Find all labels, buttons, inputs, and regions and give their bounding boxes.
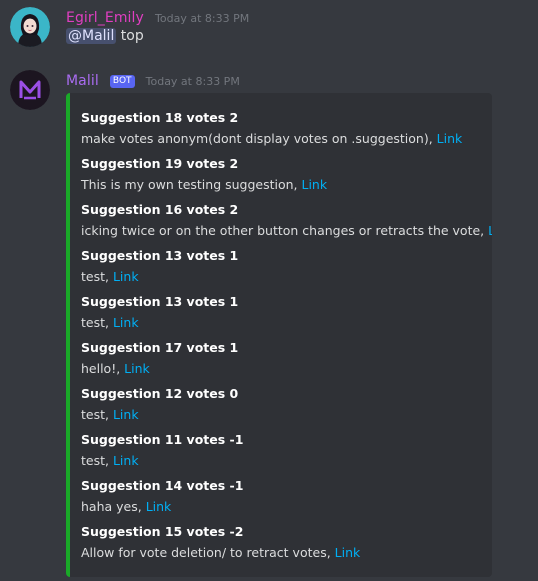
timestamp: Today at 8:33 PM: [145, 75, 240, 88]
bot-tag: BOT: [109, 75, 135, 88]
avatar-emily-icon: [10, 7, 50, 47]
field-name: Suggestion 19 votes 2: [81, 156, 239, 171]
field-text: haha yes,: [81, 499, 146, 514]
message-text: top: [120, 28, 144, 44]
field-text: icking twice or on the other button chan…: [81, 223, 489, 238]
field-value: hello!, Link: [81, 359, 238, 379]
user-mention[interactable]: @Malil: [66, 28, 117, 44]
suggestions-embed: Suggestion 18 votes 2 make votes anonym(…: [66, 93, 492, 577]
suggestion-link[interactable]: Link: [146, 499, 172, 514]
embed-field: Suggestion 12 votes 0 test, Link: [81, 385, 238, 425]
field-value: haha yes, Link: [81, 497, 243, 517]
suggestion-link[interactable]: Link: [488, 223, 492, 238]
embed-field: Suggestion 13 votes 1 test, Link: [81, 293, 238, 333]
embed-field: Suggestion 19 votes 2 This is my own tes…: [81, 155, 327, 195]
embed-field: Suggestion 13 votes 1 test, Link: [81, 247, 238, 287]
field-value: test, Link: [81, 405, 238, 425]
field-value: This is my own testing suggestion, Link: [81, 175, 327, 195]
embed-field: Suggestion 15 votes -2 Allow for vote de…: [81, 523, 360, 563]
field-name: Suggestion 17 votes 1: [81, 340, 239, 355]
field-value: test, Link: [81, 313, 238, 333]
message-header: Egirl_Emily Today at 8:33 PM: [66, 7, 249, 26]
field-text: test,: [81, 407, 113, 422]
username[interactable]: Malil: [66, 73, 99, 89]
suggestion-link[interactable]: Link: [113, 269, 139, 284]
field-text: hello!,: [81, 361, 125, 376]
suggestion-link[interactable]: Link: [302, 177, 328, 192]
suggestion-link[interactable]: Link: [113, 315, 139, 330]
field-name: Suggestion 11 votes -1: [81, 432, 244, 447]
message-content: @Malil top: [66, 28, 144, 44]
malil-logo-icon: [10, 70, 50, 110]
field-value: icking twice or on the other button chan…: [81, 221, 492, 241]
embed-field: Suggestion 11 votes -1 test, Link: [81, 431, 243, 471]
field-name: Suggestion 18 votes 2: [81, 110, 239, 125]
field-text: This is my own testing suggestion,: [81, 177, 302, 192]
field-name: Suggestion 16 votes 2: [81, 202, 239, 217]
suggestion-link[interactable]: Link: [113, 407, 139, 422]
suggestion-link[interactable]: Link: [124, 361, 150, 376]
avatar-emily[interactable]: [10, 7, 50, 47]
field-value: test, Link: [81, 267, 238, 287]
embed-field: Suggestion 14 votes -1 haha yes, Link: [81, 477, 243, 517]
field-text: test,: [81, 269, 113, 284]
field-name: Suggestion 13 votes 1: [81, 248, 239, 263]
suggestion-link[interactable]: Link: [437, 131, 463, 146]
field-text: test,: [81, 315, 113, 330]
field-text: make votes anonym(dont display votes on …: [81, 131, 437, 146]
field-value: Allow for vote deletion/ to retract vote…: [81, 543, 360, 563]
avatar-malil[interactable]: [10, 70, 50, 110]
field-name: Suggestion 15 votes -2: [81, 524, 244, 539]
field-value: make votes anonym(dont display votes on …: [81, 129, 462, 149]
field-name: Suggestion 14 votes -1: [81, 478, 244, 493]
field-value: test, Link: [81, 451, 243, 471]
message-header: Malil BOT Today at 8:33 PM: [66, 70, 240, 89]
embed-field: Suggestion 17 votes 1 hello!, Link: [81, 339, 238, 379]
field-text: Allow for vote deletion/ to retract vote…: [81, 545, 335, 560]
field-text: test,: [81, 453, 113, 468]
suggestion-link[interactable]: Link: [335, 545, 361, 560]
embed-field: Suggestion 18 votes 2 make votes anonym(…: [81, 109, 462, 149]
field-name: Suggestion 13 votes 1: [81, 294, 239, 309]
field-name: Suggestion 12 votes 0: [81, 386, 239, 401]
embed-field: Suggestion 16 votes 2 icking twice or on…: [81, 201, 492, 241]
suggestion-link[interactable]: Link: [113, 453, 139, 468]
timestamp: Today at 8:33 PM: [155, 12, 250, 25]
username[interactable]: Egirl_Emily: [66, 10, 144, 26]
